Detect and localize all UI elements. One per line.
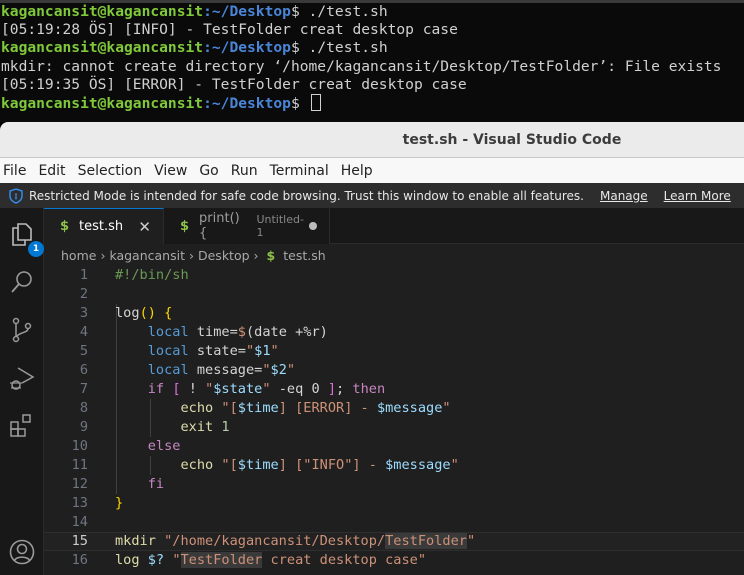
unsaved-dot-icon[interactable] bbox=[309, 222, 317, 230]
activity-run-debug[interactable] bbox=[8, 364, 36, 392]
code-line: 12 fi bbox=[71, 476, 165, 492]
terminal-output-line: [05:19:28 ÖS] [INFO] - TestFolder creat … bbox=[1, 21, 458, 39]
activity-extensions[interactable] bbox=[8, 412, 36, 440]
breadcrumb-item-file[interactable]: test.sh bbox=[283, 248, 325, 263]
code-line: 2 bbox=[79, 286, 88, 302]
restricted-mode-banner: Restricted Mode is intended for safe cod… bbox=[0, 183, 744, 208]
tab-test-sh[interactable]: $ test.sh ✕ bbox=[44, 208, 164, 244]
source-control-icon bbox=[12, 317, 32, 343]
terminal-top-edge bbox=[0, 0, 744, 3]
learn-more-link[interactable]: Learn More bbox=[664, 189, 731, 203]
title-bar[interactable]: test.sh - Visual Studio Code bbox=[0, 122, 744, 158]
code-line: 7 if [ ! "$state" -eq 0 ]; then bbox=[79, 381, 386, 397]
code-line: 11 echo "[$time] ["INFO"] - $message" bbox=[71, 457, 459, 473]
menu-run[interactable]: Run bbox=[231, 163, 258, 179]
terminal-output-line: mkdir: cannot create directory ‘/home/ka… bbox=[1, 57, 722, 75]
shell-file-icon: $ bbox=[60, 219, 70, 234]
menu-go[interactable]: Go bbox=[199, 163, 218, 179]
tab-label: test.sh bbox=[79, 219, 124, 234]
code-line: 14 bbox=[71, 514, 88, 530]
tab-description: Untitled-1 bbox=[256, 213, 304, 239]
terminal-cursor bbox=[310, 93, 321, 111]
terminal-prompt-line: kagancansit@kagancansit:~/Desktop$ bbox=[1, 93, 744, 112]
menu-terminal[interactable]: Terminal bbox=[270, 163, 329, 179]
terminal-window[interactable]: kagancansit@kagancansit:~/Desktop$ ./tes… bbox=[0, 0, 744, 122]
code-line: 1 #!/bin/sh bbox=[79, 267, 189, 283]
code-line: 6 local message="$2" bbox=[79, 362, 296, 378]
close-icon[interactable]: ✕ bbox=[138, 218, 151, 236]
chevron-right-icon: › bbox=[253, 247, 259, 263]
vscode-window: test.sh - Visual Studio Code File Edit S… bbox=[0, 122, 744, 575]
shell-file-icon: $ bbox=[266, 247, 276, 263]
terminal-prompt-line: kagancansit@kagancansit:~/Desktop$ ./tes… bbox=[1, 3, 388, 20]
code-line: 10 else bbox=[71, 438, 181, 454]
activity-accounts[interactable] bbox=[8, 538, 36, 566]
code-line: 4 local time=$(date +%r) bbox=[79, 324, 328, 340]
breadcrumb: home › kagancansit › Desktop › $ test.sh bbox=[44, 244, 744, 266]
extensions-icon bbox=[10, 414, 31, 437]
manage-link[interactable]: Manage bbox=[600, 189, 648, 203]
tab-label: print() { bbox=[199, 211, 240, 241]
editor-area: $ test.sh ✕ $ print() { Untitled-1 home … bbox=[44, 208, 744, 575]
code-line: 9 exit 1 bbox=[79, 419, 230, 435]
menu-help[interactable]: Help bbox=[341, 163, 373, 179]
activity-search[interactable] bbox=[8, 268, 36, 296]
chevron-right-icon: › bbox=[188, 247, 194, 263]
code-line-current: 15 mkdir "/home/kagancansit/Desktop/TestF… bbox=[44, 532, 744, 551]
window-title: test.sh - Visual Studio Code bbox=[402, 132, 622, 148]
terminal-prompt-line: kagancansit@kagancansit:~/Desktop$ ./tes… bbox=[1, 39, 388, 57]
code-line: 16 log $? "TestFolder creat desktop case" bbox=[71, 552, 427, 568]
code-line: 8 echo "[$time] [ERROR] - $message" bbox=[79, 400, 451, 416]
editor-tabs: $ test.sh ✕ $ print() { Untitled-1 bbox=[44, 208, 744, 244]
tab-untitled-1[interactable]: $ print() { Untitled-1 bbox=[164, 208, 330, 244]
account-icon bbox=[9, 539, 35, 565]
menu-selection[interactable]: Selection bbox=[78, 163, 143, 179]
chevron-right-icon: › bbox=[100, 247, 106, 263]
menu-edit[interactable]: Edit bbox=[38, 163, 65, 179]
menu-bar: File Edit Selection View Go Run Terminal… bbox=[0, 158, 744, 183]
banner-message: Restricted Mode is intended for safe cod… bbox=[29, 188, 584, 203]
breadcrumb-item-home[interactable]: home bbox=[61, 248, 96, 263]
menu-view[interactable]: View bbox=[154, 163, 187, 179]
activity-source-control[interactable] bbox=[8, 316, 36, 344]
breadcrumb-item-desktop[interactable]: Desktop bbox=[198, 248, 250, 263]
activity-bar: 1 bbox=[0, 208, 44, 575]
terminal-output-line: [05:19:35 ÖS] [ERROR] - TestFolder creat… bbox=[1, 75, 467, 93]
breadcrumb-item-kagancansit[interactable]: kagancansit bbox=[109, 248, 185, 263]
shell-file-icon: $ bbox=[180, 218, 190, 234]
run-debug-icon bbox=[10, 367, 35, 390]
code-line: 5 local state="$1" bbox=[79, 343, 279, 359]
search-icon bbox=[11, 271, 32, 293]
shield-icon bbox=[9, 187, 23, 204]
code-editor[interactable]: 1 #!/bin/sh 2 3 log() { 4 local time=$(dat… bbox=[44, 266, 744, 575]
explorer-badge: 1 bbox=[28, 241, 44, 257]
code-line: 3 log() { bbox=[79, 305, 173, 321]
activity-explorer[interactable]: 1 bbox=[8, 220, 44, 257]
code-line: 13} bbox=[71, 495, 124, 511]
menu-file[interactable]: File bbox=[3, 163, 26, 179]
